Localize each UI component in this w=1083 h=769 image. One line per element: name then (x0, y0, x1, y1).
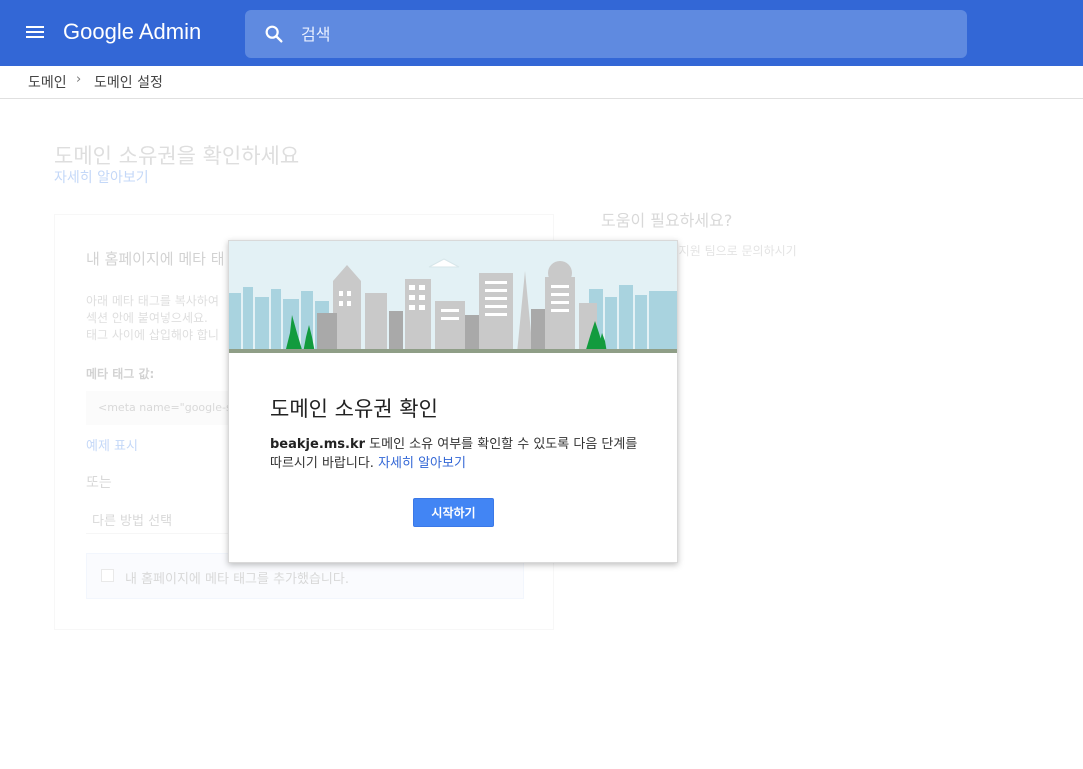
start-button[interactable]: 시작하기 (413, 498, 494, 527)
breadcrumb-item-domain-settings: 도메인 설정 (94, 75, 163, 91)
menu-icon[interactable] (24, 23, 46, 43)
breadcrumb-item-domain[interactable]: 도메인 (28, 72, 67, 92)
dialog-title: 도메인 소유권 확인 (270, 397, 438, 421)
top-app-bar: Google Admin (0, 0, 1083, 66)
breadcrumb: 도메인 › 도메인 설정 (0, 66, 1083, 99)
dialog-learn-more-link[interactable]: 자세히 알아보기 (378, 456, 466, 471)
search-icon[interactable] (263, 23, 285, 45)
app-logo[interactable]: Google Admin (63, 19, 201, 45)
search-bar[interactable] (245, 10, 967, 58)
domain-name: beakje.ms.kr (270, 437, 366, 452)
verify-domain-dialog: 도메인 소유권 확인 beakje.ms.kr 도메인 소유 여부를 확인할 수… (228, 240, 678, 563)
breadcrumb-separator: › (76, 72, 82, 87)
search-input[interactable] (301, 20, 901, 48)
city-illustration (229, 241, 677, 353)
dialog-body: beakje.ms.kr 도메인 소유 여부를 확인할 수 있도록 다음 단계를… (270, 435, 650, 473)
